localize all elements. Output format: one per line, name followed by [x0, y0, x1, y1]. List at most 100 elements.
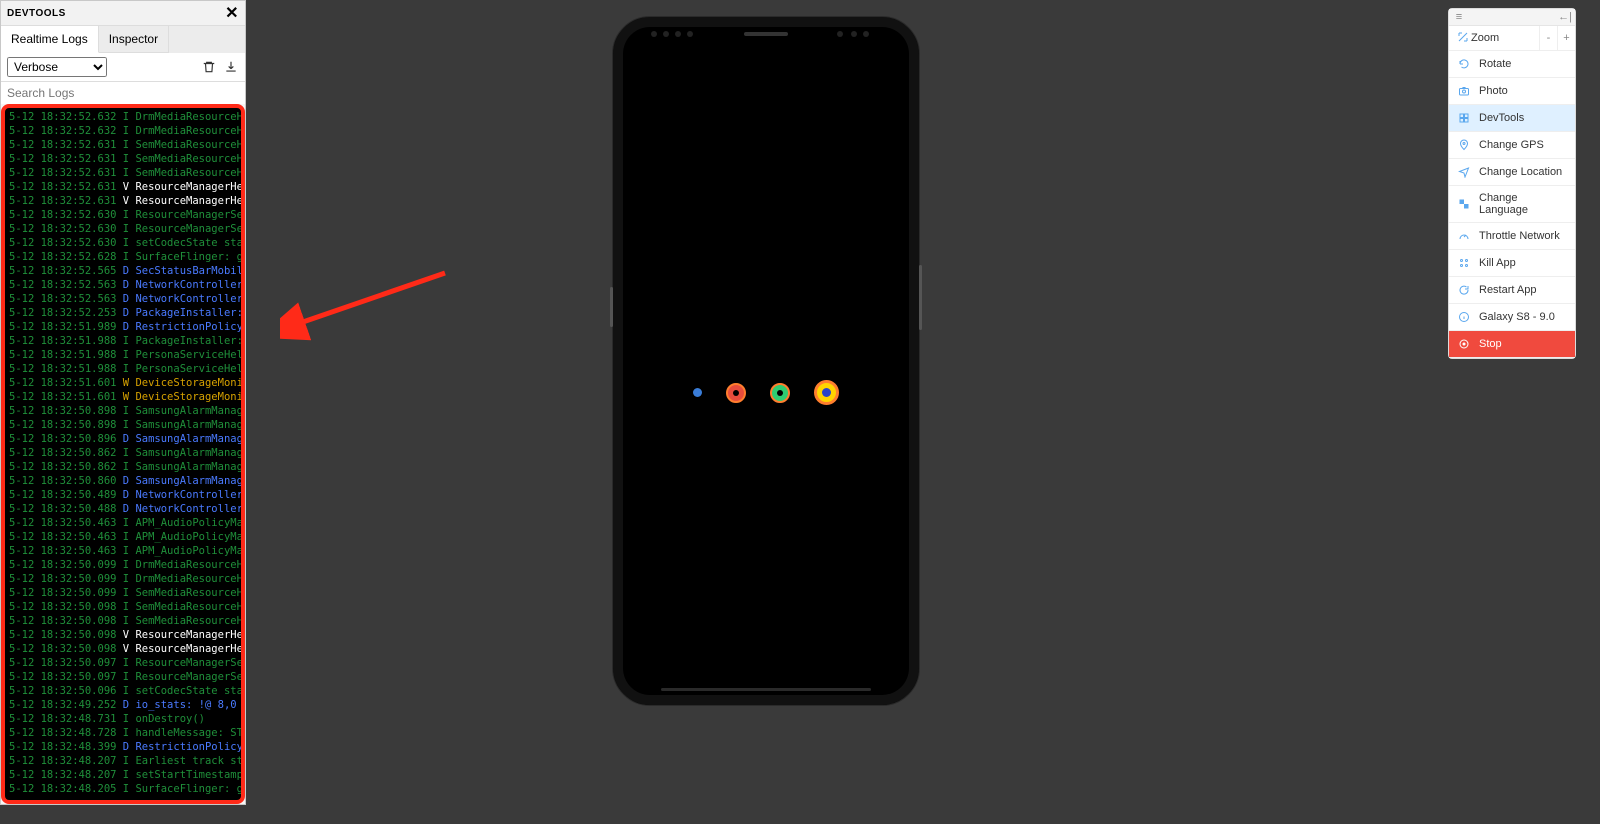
log-line: 5-12 18:32:52.631 I SemMediaResourceHelp…: [9, 152, 237, 166]
log-line: 5-12 18:32:50.099 I DrmMediaResourceHelp…: [9, 558, 237, 572]
devtools-tabs: Realtime Logs Inspector: [1, 26, 245, 53]
loader-dot: [693, 388, 702, 397]
log-line: 5-12 18:32:51.601 W DeviceStorageMonitor…: [9, 376, 237, 390]
sidebar-item-speed[interactable]: Throttle Network: [1449, 223, 1575, 250]
log-line: 5-12 18:32:52.632 I DrmMediaResourceHelp…: [9, 124, 237, 138]
restart-icon: [1457, 283, 1471, 297]
sidebar-item-label: Galaxy S8 - 9.0: [1479, 311, 1555, 323]
sidebar-item-label: Photo: [1479, 85, 1508, 97]
log-line: 5-12 18:32:51.989 D RestrictionPolicy: i…: [9, 320, 237, 334]
phone-side-button: [610, 287, 613, 327]
search-logs-input[interactable]: [1, 82, 245, 104]
sidebar-item-kill[interactable]: Kill App: [1449, 250, 1575, 277]
log-line: 5-12 18:32:52.563 D NetworkController.Mo…: [9, 292, 237, 306]
log-level-select[interactable]: Verbose: [7, 57, 107, 77]
phone-sensor: [663, 31, 669, 37]
sidebar-item-devtools[interactable]: DevTools: [1449, 105, 1575, 132]
log-line: 5-12 18:32:52.631 I SemMediaResourceHelp…: [9, 138, 237, 152]
download-icon[interactable]: [223, 59, 239, 75]
log-line: 5-12 18:32:51.988 I PackageInstaller: ge…: [9, 334, 237, 348]
log-line: 5-12 18:32:52.631 I SemMediaResourceHelp…: [9, 166, 237, 180]
devtools-panel: DEVTOOLS ✕ Realtime Logs Inspector Verbo…: [0, 0, 246, 805]
sidebar-item-label: Change Language: [1479, 192, 1567, 216]
photo-icon: [1457, 84, 1471, 98]
location-icon: [1457, 165, 1471, 179]
speed-icon: [1457, 229, 1471, 243]
loader-ring-yellow: [814, 380, 839, 405]
log-line: 5-12 18:32:50.099 I SemMediaResourceHelp…: [9, 586, 237, 600]
phone-sensor: [863, 31, 869, 37]
log-line: 5-12 18:32:52.565 D SecStatusBarMobileVi…: [9, 264, 237, 278]
sidebar-item-info[interactable]: Galaxy S8 - 9.0: [1449, 304, 1575, 331]
log-line: 5-12 18:32:51.988 I PersonaServiceHelper…: [9, 348, 237, 362]
info-icon: [1457, 310, 1471, 324]
log-line: 5-12 18:32:50.463 I APM_AudioPolicyManag…: [9, 516, 237, 530]
devtools-titlebar: DEVTOOLS ✕: [1, 1, 245, 26]
device-preview[interactable]: [612, 16, 920, 706]
sidebar-item-language[interactable]: Change Language: [1449, 186, 1575, 223]
log-line: 5-12 18:32:50.096 I setCodecState state …: [9, 684, 237, 698]
log-line: 5-12 18:32:52.630 I setCodecState state …: [9, 236, 237, 250]
stop-label: Stop: [1479, 338, 1502, 350]
log-line: 5-12 18:32:50.862 I SamsungAlarmManager:…: [9, 446, 237, 460]
sidebar-item-label: Rotate: [1479, 58, 1511, 70]
phone-sensor: [675, 31, 681, 37]
log-line: 5-12 18:32:52.628 I SurfaceFlinger: getD…: [9, 250, 237, 264]
trash-icon[interactable]: [201, 59, 217, 75]
sidebar-item-restart[interactable]: Restart App: [1449, 277, 1575, 304]
log-toolbar: Verbose: [1, 53, 245, 82]
rotate-icon: [1457, 57, 1471, 71]
log-line: 5-12 18:32:48.205 I SurfaceFlinger: getD…: [9, 782, 237, 796]
record-stop-icon: [1457, 337, 1471, 351]
collapse-icon[interactable]: ←|: [1559, 11, 1571, 23]
sidebar-item-label: Restart App: [1479, 284, 1536, 296]
language-icon: [1457, 197, 1471, 211]
annotation-arrow: [280, 263, 460, 343]
log-line: 5-12 18:32:50.489 D NetworkController.Mo…: [9, 488, 237, 502]
log-line: 5-12 18:32:48.207 I Earliest track start…: [9, 754, 237, 768]
log-line: 5-12 18:32:51.601 W DeviceStorageMonitor…: [9, 390, 237, 404]
log-line: 5-12 18:32:50.097 I ResourceManagerServi…: [9, 670, 237, 684]
phone-nav-bar: [661, 688, 871, 691]
log-line: 5-12 18:32:50.898 I SamsungAlarmManager:…: [9, 404, 237, 418]
log-line: 5-12 18:32:50.860 D SamsungAlarmManager:…: [9, 474, 237, 488]
zoom-out-button[interactable]: -: [1539, 26, 1557, 50]
log-line: 5-12 18:32:52.630 I ResourceManagerServi…: [9, 208, 237, 222]
close-icon[interactable]: ✕: [225, 3, 239, 23]
zoom-in-button[interactable]: +: [1557, 26, 1575, 50]
zoom-control: Zoom - +: [1449, 26, 1575, 51]
sidebar-item-label: Change GPS: [1479, 139, 1544, 151]
devtools-title-label: DEVTOOLS: [7, 8, 66, 19]
log-output[interactable]: 5-12 18:32:52.632 I DrmMediaResourceHelp…: [1, 104, 245, 804]
sidebar-top-handle[interactable]: ≡ ←|: [1449, 9, 1575, 26]
kill-icon: [1457, 256, 1471, 270]
log-line: 5-12 18:32:52.563 D NetworkController.Mo…: [9, 278, 237, 292]
log-line: 5-12 18:32:52.632 I DrmMediaResourceHelp…: [9, 110, 237, 124]
log-line: 5-12 18:32:48.731 I onDestroy(): [9, 712, 237, 726]
log-line: 5-12 18:32:50.862 I SamsungAlarmManager:…: [9, 460, 237, 474]
log-line: 5-12 18:32:49.252 D io_stats: !@ 8,0 r 1…: [9, 698, 237, 712]
stop-button[interactable]: Stop: [1449, 331, 1575, 358]
log-line: 5-12 18:32:50.463 I APM_AudioPolicyManag…: [9, 544, 237, 558]
sidebar-item-gps[interactable]: Change GPS: [1449, 132, 1575, 159]
tab-inspector[interactable]: Inspector: [99, 26, 169, 53]
sidebar-item-location[interactable]: Change Location: [1449, 159, 1575, 186]
sidebar-item-label: Change Location: [1479, 166, 1562, 178]
drag-handle-icon: ≡: [1453, 11, 1465, 23]
log-line: 5-12 18:32:50.098 V ResourceManagerHelpe…: [9, 642, 237, 656]
phone-sensor: [851, 31, 857, 37]
log-line: 5-12 18:32:51.988 I PersonaServiceHelper…: [9, 362, 237, 376]
log-line: 5-12 18:32:52.253 D PackageInstaller: In…: [9, 306, 237, 320]
expand-icon: [1449, 31, 1463, 46]
log-line: 5-12 18:32:50.098 V ResourceManagerHelpe…: [9, 628, 237, 642]
log-line: 5-12 18:32:50.098 I SemMediaResourceHelp…: [9, 600, 237, 614]
sidebar-item-rotate[interactable]: Rotate: [1449, 51, 1575, 78]
log-line: 5-12 18:32:50.098 I SemMediaResourceHelp…: [9, 614, 237, 628]
phone-side-button: [919, 265, 922, 330]
log-line: 5-12 18:32:50.488 D NetworkController.Mo…: [9, 502, 237, 516]
tab-realtime-logs[interactable]: Realtime Logs: [1, 26, 99, 53]
log-line: 5-12 18:32:52.630 I ResourceManagerServi…: [9, 222, 237, 236]
log-line: 5-12 18:32:50.463 I APM_AudioPolicyManag…: [9, 530, 237, 544]
sidebar-item-photo[interactable]: Photo: [1449, 78, 1575, 105]
sidebar-item-label: DevTools: [1479, 112, 1524, 124]
